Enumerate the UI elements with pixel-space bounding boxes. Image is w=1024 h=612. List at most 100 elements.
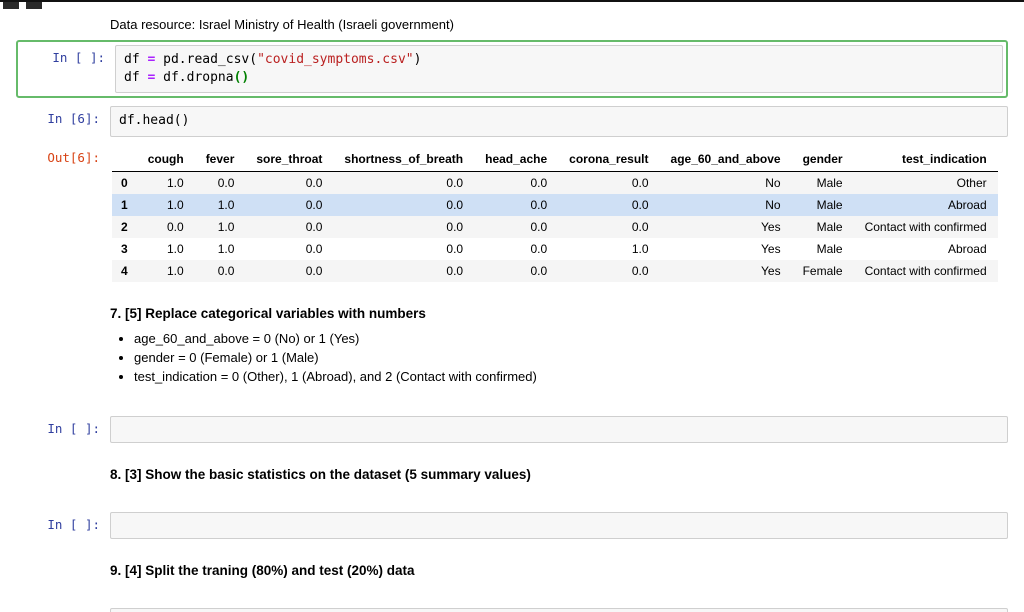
row-index: 4 (121, 263, 128, 278)
table-cell: Abroad (947, 241, 987, 256)
table-cell: 0.0 (167, 219, 184, 234)
table-cell: 0.0 (305, 197, 323, 212)
chrome-button-icon (3, 2, 19, 9)
prompt-spacer (16, 290, 110, 295)
table-cell: Other (956, 175, 987, 190)
table-cell: Male (816, 175, 843, 190)
table-cell: 0.0 (446, 241, 464, 256)
column-header: sore_throat (245, 146, 334, 172)
table-cell: 0.0 (530, 241, 548, 256)
table-row: 0 1.0 0.0 0.0 0.0 0.0 0.0 No Male Other (112, 171, 998, 194)
output-area: cough fever sore_throat shortness_of_breath… (110, 145, 1008, 282)
table-cell: No (765, 197, 781, 212)
table-cell: 0.0 (631, 219, 649, 234)
column-header: gender (791, 146, 854, 172)
prompt-spacer (16, 547, 110, 552)
code-cell-empty-3[interactable]: In [ ]: (16, 607, 1008, 612)
code-editor[interactable]: df = pd.read_csv("covid_symptoms.csv") d… (115, 45, 1003, 94)
window-chrome-fragment (0, 0, 1024, 9)
table-cell: Male (816, 197, 843, 212)
section-heading-9: 9. [4] Split the traning (80%) and test … (110, 562, 415, 578)
table-cell: 0.0 (446, 197, 464, 212)
code-cell-read-csv[interactable]: In [ ]: df = pd.read_csv("covid_symptoms… (16, 40, 1008, 99)
table-cell: Contact with confirmed (864, 219, 987, 234)
table-cell: 1.0 (631, 241, 649, 256)
table-cell: 1.0 (167, 263, 184, 278)
code-cell-empty-2[interactable]: In [ ]: (16, 511, 1008, 539)
code-token-string: "covid_symptoms.csv" (257, 52, 414, 67)
row-index: 0 (121, 175, 128, 190)
table-row: 2 0.0 1.0 0.0 0.0 0.0 0.0 Yes Male Contact with c… (112, 215, 998, 238)
code-token-bracket: () (233, 70, 250, 86)
markdown-cell-intro: Data resource: Israel Ministry of Health… (16, 17, 1008, 32)
code-line: df = df.dropna() (124, 69, 994, 87)
input-prompt: In [ ]: (16, 608, 110, 612)
row-index: 3 (121, 241, 128, 256)
table-cell: 1.0 (217, 197, 235, 212)
table-cell: 0.0 (305, 263, 323, 278)
column-header: shortness_of_breath (333, 146, 475, 172)
prompt-spacer (16, 17, 110, 22)
table-cell: 0.0 (530, 263, 548, 278)
code-editor[interactable] (110, 607, 1008, 612)
code-editor[interactable] (110, 511, 1008, 539)
table-cell: 1.0 (217, 241, 235, 256)
column-header: head_ache (474, 146, 559, 172)
table-cell: Contact with confirmed (864, 263, 987, 278)
table-cell: 0.0 (446, 175, 464, 190)
table-cell: 0.0 (446, 263, 464, 278)
prompt-spacer (16, 451, 110, 456)
table-cell: 0.0 (305, 219, 323, 234)
table-cell: Female (802, 263, 843, 278)
code-line: df.head() (119, 113, 190, 129)
table-cell: Male (816, 219, 843, 234)
input-prompt: In [ ]: (47, 420, 100, 436)
input-prompt: In [ ]: (52, 50, 105, 65)
table-header-row: cough fever sore_throat shortness_of_breath… (112, 146, 998, 172)
code-token: df (124, 70, 148, 86)
code-token: ) (413, 52, 422, 67)
column-header: test_indication (853, 146, 998, 172)
table-row: 3 1.0 1.0 0.0 0.0 0.0 1.0 Yes Male Abroad (112, 238, 998, 260)
table-cell: 0.0 (305, 175, 323, 190)
table-cell: 0.0 (530, 175, 548, 190)
section-heading-7: 7. [5] Replace categorical variables wit… (110, 305, 426, 321)
table-cell: Yes (761, 241, 781, 256)
chrome-button-icon (26, 2, 43, 9)
markdown-cell-7: 7. [5] Replace categorical variables wit… (16, 290, 1008, 390)
input-prompt: In [6]: (47, 111, 100, 127)
table-cell: 0.0 (631, 197, 649, 212)
table-cell: 1.0 (217, 219, 235, 234)
table-cell: 0.0 (305, 241, 323, 256)
markdown-cell-8: 8. [3] Show the basic statistics on the … (16, 451, 1008, 486)
code-token: df (124, 52, 148, 67)
table-body: 0 1.0 0.0 0.0 0.0 0.0 0.0 No Male Other 1 1.0 1.0 0.0… (112, 171, 998, 282)
input-prompt: In [ ]: (47, 516, 100, 532)
notebook: Data resource: Israel Ministry of Health… (0, 17, 1024, 612)
table-cell: Yes (761, 263, 781, 278)
row-index: 1 (121, 197, 128, 212)
code-editor[interactable] (110, 415, 1008, 443)
table-cell: 1.0 (167, 175, 184, 190)
code-cell-empty-1[interactable]: In [ ]: (16, 415, 1008, 443)
column-header: corona_result (558, 146, 660, 172)
row-index: 2 (121, 219, 128, 234)
table-cell: 0.0 (530, 219, 548, 234)
output-cell: Out[6]: cough fever sore_throat shortness_o… (16, 145, 1008, 282)
bullet-item: test_indication = 0 (Other), 1 (Abroad),… (134, 369, 1008, 384)
code-editor[interactable]: df.head() (110, 106, 1008, 137)
markdown-cell-9: 9. [4] Split the traning (80%) and test … (16, 547, 1008, 582)
bullet-item: gender = 0 (Female) or 1 (Male) (134, 350, 1008, 365)
table-cell: Abroad (947, 197, 987, 212)
table-cell: 1.0 (167, 197, 184, 212)
column-header: age_60_and_above (659, 146, 792, 172)
bullet-list: age_60_and_above = 0 (No) or 1 (Yes) gen… (110, 331, 1008, 384)
table-row: 1 1.0 1.0 0.0 0.0 0.0 0.0 No Male Abroad (112, 193, 998, 216)
table-cell: 0.0 (217, 263, 235, 278)
table-cell: 0.0 (446, 219, 464, 234)
column-header: fever (194, 146, 246, 172)
code-cell-head[interactable]: In [6]: df.head() (16, 106, 1008, 137)
table-cell: 0.0 (217, 175, 235, 190)
table-cell: Male (816, 241, 843, 256)
code-line: df = pd.read_csv("covid_symptoms.csv") (124, 51, 994, 69)
